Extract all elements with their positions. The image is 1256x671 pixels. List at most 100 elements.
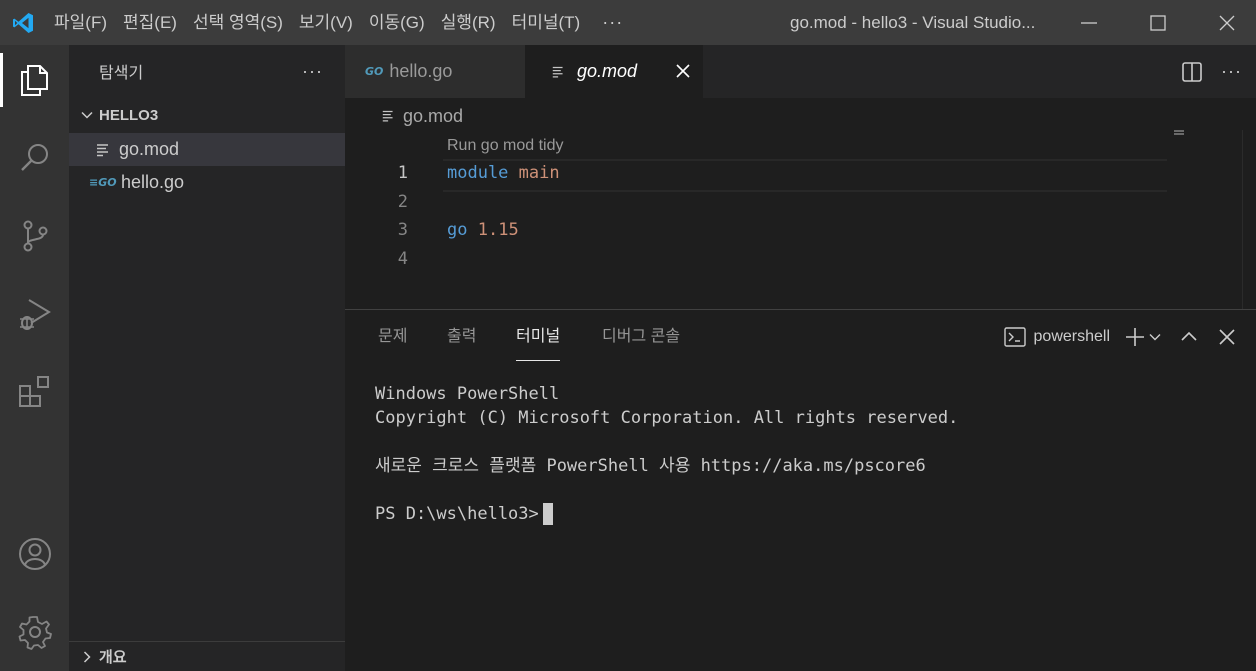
file-name: go.mod xyxy=(119,139,180,159)
maximize-icon xyxy=(1150,14,1166,31)
code-text: module main xyxy=(447,163,560,183)
code-editor[interactable]: Run go mod tidy 1 module main 2 3 go 1.1… xyxy=(345,130,1256,310)
extensions-button[interactable] xyxy=(0,357,69,427)
source-control-icon xyxy=(23,220,47,252)
terminal-prompt: PS D:\ws\hello3> xyxy=(375,504,539,524)
extensions-icon xyxy=(18,376,49,407)
search-button[interactable] xyxy=(0,123,69,193)
menu-more-button[interactable]: ··· xyxy=(588,0,637,45)
tab-go-mod[interactable]: go.mod xyxy=(525,45,703,98)
terminal-cursor xyxy=(542,503,553,525)
more-actions-button[interactable]: ··· xyxy=(1221,61,1242,82)
file-item-hello-go[interactable]: ≡GO hello.go xyxy=(69,166,345,199)
code-line: 4 xyxy=(345,245,1256,274)
close-window-button[interactable] xyxy=(1192,0,1256,45)
terminal-select[interactable]: powershell xyxy=(1003,327,1110,347)
line-number: 1 xyxy=(397,163,408,183)
run-debug-icon xyxy=(19,299,51,330)
lines-icon xyxy=(97,143,108,156)
chevron-down-icon xyxy=(75,108,99,122)
menu-file[interactable]: 파일(F) xyxy=(46,0,115,45)
tab-terminal[interactable]: 터미널 xyxy=(516,310,561,364)
tab-output[interactable]: 출력 xyxy=(447,310,476,364)
search-icon xyxy=(20,144,48,171)
menu-go[interactable]: 이동(G) xyxy=(361,0,433,45)
terminal-prompt-line: PS D:\ws\hello3> xyxy=(375,502,958,526)
terminal-line: 새로운 크로스 플랫폼 PowerShell 사용 https://aka.ms… xyxy=(375,456,926,476)
panel-tabs: 문제 출력 터미널 디버그 콘솔 powershell xyxy=(345,310,1256,364)
breadcrumb: go.mod xyxy=(345,98,463,134)
chevron-right-icon xyxy=(75,650,99,664)
window-title: go.mod - hello3 - Visual Studio... xyxy=(790,13,1036,32)
tab-hello-go[interactable]: GO hello.go xyxy=(345,45,525,98)
lines-icon xyxy=(382,110,393,122)
panel-actions: powershell xyxy=(1003,310,1256,364)
close-icon[interactable] xyxy=(1218,328,1236,346)
outline-section[interactable]: 개요 xyxy=(69,641,345,671)
menu-run[interactable]: 실행(R) xyxy=(433,0,504,45)
menu-edit[interactable]: 편집(E) xyxy=(115,0,185,45)
manage-button[interactable] xyxy=(0,597,69,667)
chevron-up-icon[interactable] xyxy=(1180,328,1198,346)
vscode-logo-icon xyxy=(0,0,46,45)
sidebar-header: 탐색기 ··· xyxy=(69,45,345,97)
go-icon: ≡GO xyxy=(89,176,117,189)
folder-name: HELLO3 xyxy=(99,106,159,124)
go-icon: GO xyxy=(365,65,384,78)
split-editor-icon[interactable] xyxy=(1181,61,1203,83)
menu-bar: 파일(F) 편집(E) 선택 영역(S) 보기(V) 이동(G) 실행(R) 터… xyxy=(46,0,637,45)
sidebar-more-button[interactable]: ··· xyxy=(302,61,323,82)
account-icon xyxy=(18,538,51,570)
plus-icon[interactable] xyxy=(1124,326,1146,348)
terminal-line: Copyright (C) Microsoft Corporation. All… xyxy=(375,408,959,428)
minimap[interactable] xyxy=(1174,130,1184,132)
files-icon xyxy=(20,65,48,96)
menu-terminal[interactable]: 터미널(T) xyxy=(504,0,589,45)
tab-label: go.mod xyxy=(577,61,638,81)
lines-icon xyxy=(552,66,563,78)
menu-view[interactable]: 보기(V) xyxy=(291,0,361,45)
outline-label: 개요 xyxy=(99,649,127,666)
sidebar-title: 탐색기 xyxy=(99,65,144,82)
gear-icon xyxy=(18,616,52,650)
title-bar: 파일(F) 편집(E) 선택 영역(S) 보기(V) 이동(G) 실행(R) 터… xyxy=(0,0,1256,45)
tab-problems[interactable]: 문제 xyxy=(378,310,407,364)
activity-bar xyxy=(0,45,69,671)
terminal-output[interactable]: Windows PowerShell Copyright (C) Microsof… xyxy=(375,382,958,526)
run-debug-button[interactable] xyxy=(0,279,69,349)
minimize-button[interactable] xyxy=(1054,0,1124,45)
file-item-go-mod[interactable]: go.mod xyxy=(69,133,345,166)
code-line: 2 xyxy=(345,188,1256,217)
line-number: 3 xyxy=(397,220,408,240)
code-line: 3 go 1.15 xyxy=(345,216,1256,245)
explorer-button[interactable] xyxy=(0,45,69,115)
source-control-button[interactable] xyxy=(0,201,69,271)
maximize-button[interactable] xyxy=(1123,0,1193,45)
line-number: 4 xyxy=(397,249,408,269)
breadcrumb-item[interactable]: go.mod xyxy=(403,106,463,127)
minimize-icon xyxy=(1081,21,1097,24)
chevron-down-icon[interactable] xyxy=(1148,330,1162,344)
shell-name: powershell xyxy=(1033,328,1110,345)
bottom-panel: 문제 출력 터미널 디버그 콘솔 powershell Windows Powe… xyxy=(345,309,1256,671)
codelens-run-go-mod-tidy[interactable]: Run go mod tidy xyxy=(447,134,564,158)
tab-debug-console[interactable]: 디버그 콘솔 xyxy=(602,310,680,364)
file-name: hello.go xyxy=(121,172,185,192)
tab-label: hello.go xyxy=(389,61,453,81)
terminal-line: Windows PowerShell xyxy=(375,384,560,404)
code-line: 1 module main xyxy=(345,159,1256,192)
menu-selection[interactable]: 선택 영역(S) xyxy=(185,0,291,45)
close-icon xyxy=(1219,15,1235,30)
editor-actions: ··· xyxy=(1181,45,1242,98)
editor-scrollbar[interactable] xyxy=(1242,130,1256,310)
editor-tabs: GO hello.go go.mod ··· xyxy=(345,45,1256,98)
code-text: go 1.15 xyxy=(447,220,519,240)
close-tab-icon[interactable] xyxy=(675,63,691,79)
terminal-icon xyxy=(1003,327,1026,347)
folder-section-hello3[interactable]: HELLO3 xyxy=(69,97,345,133)
accounts-button[interactable] xyxy=(0,519,69,589)
line-number: 2 xyxy=(397,192,408,212)
explorer-sidebar: 탐색기 ··· HELLO3 go.mod ≡GO hello.go 개요 xyxy=(69,45,345,671)
